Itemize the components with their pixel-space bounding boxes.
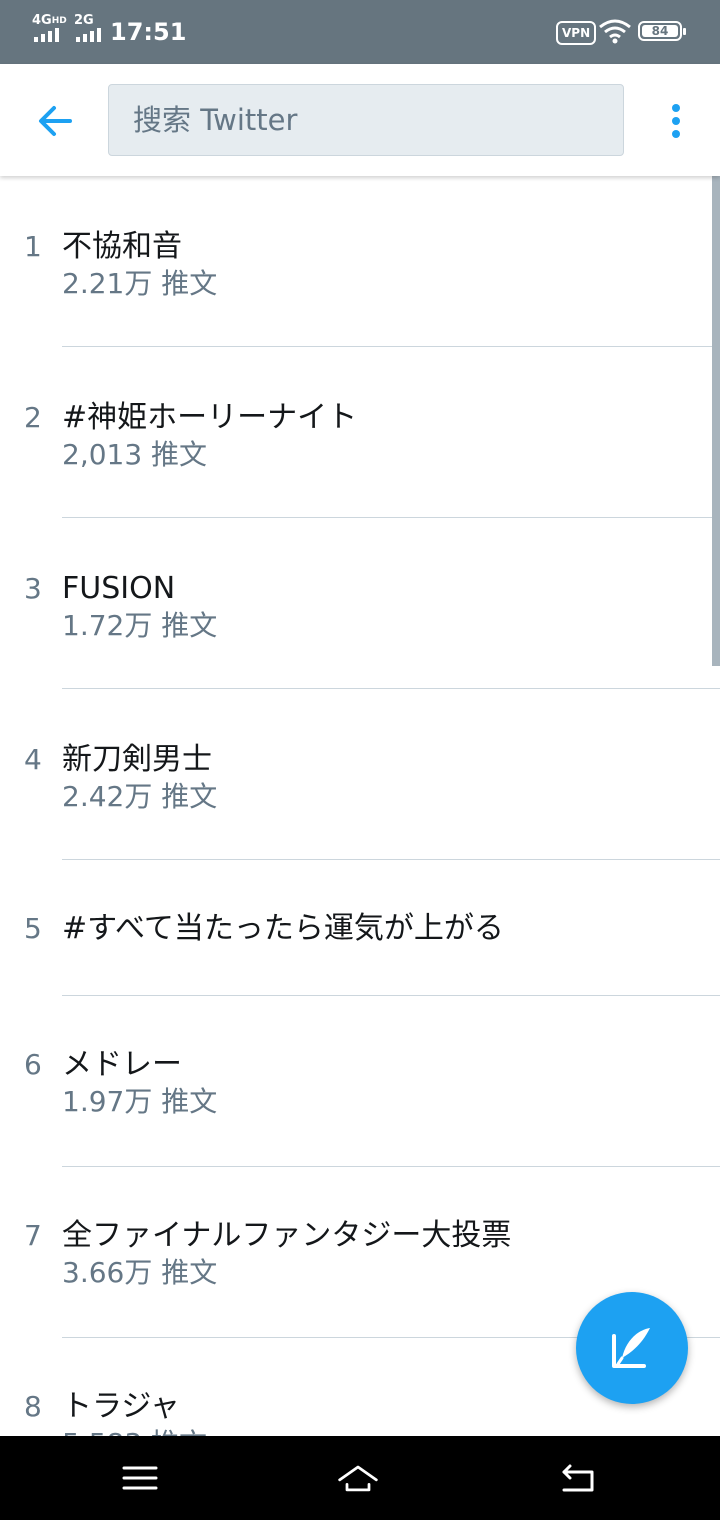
network-hd-label: HD bbox=[51, 16, 67, 26]
status-bar: 4GHD 2G 17:51 VPN 84 bbox=[0, 0, 720, 64]
trend-rank: 3 bbox=[24, 572, 42, 605]
divider bbox=[62, 995, 720, 996]
trend-rank: 8 bbox=[24, 1390, 42, 1423]
trend-name: #すべて当たったら運気が上がる bbox=[62, 911, 504, 946]
battery-level: 84 bbox=[651, 24, 669, 38]
trend-tweet-count: 5,583 推文 bbox=[62, 1426, 207, 1436]
back-icon[interactable] bbox=[556, 1458, 600, 1498]
wifi-icon bbox=[599, 19, 631, 44]
trend-rank: 4 bbox=[24, 743, 42, 776]
trend-tweet-count: 1.97万 推文 bbox=[62, 1085, 218, 1118]
trend-name: 新刀剣男士 bbox=[62, 742, 212, 777]
compose-tweet-icon bbox=[612, 1328, 650, 1368]
arrow-left-icon[interactable] bbox=[30, 98, 82, 144]
network-4g-indicator: 4GHD bbox=[32, 14, 67, 28]
trend-rank: 1 bbox=[24, 230, 42, 263]
trend-name: FUSION bbox=[62, 571, 176, 606]
network-2g-indicator: 2G bbox=[74, 13, 94, 28]
trends-list[interactable]: 1 不協和音 2.21万 推文 2 #神姫ホーリーナイト 2,013 推文 3 … bbox=[0, 176, 720, 1436]
divider bbox=[62, 517, 720, 518]
trend-tweet-count: 2.21万 推文 bbox=[62, 267, 218, 300]
divider bbox=[62, 859, 720, 860]
trend-name: #神姫ホーリーナイト bbox=[62, 400, 358, 435]
trend-tweet-count: 1.72万 推文 bbox=[62, 609, 218, 642]
divider bbox=[62, 1166, 720, 1167]
clock: 17:51 bbox=[110, 18, 187, 46]
trend-tweet-count: 2,013 推文 bbox=[62, 438, 208, 471]
scrollbar-thumb[interactable] bbox=[712, 176, 720, 666]
signal-icon bbox=[34, 28, 59, 42]
menu-icon[interactable] bbox=[118, 1458, 162, 1498]
trend-rank: 6 bbox=[24, 1048, 42, 1081]
signal-icon bbox=[76, 28, 101, 42]
trend-rank: 5 bbox=[24, 912, 42, 945]
trend-rank: 7 bbox=[24, 1219, 42, 1252]
vpn-badge: VPN bbox=[556, 21, 597, 45]
home-icon[interactable] bbox=[336, 1458, 380, 1498]
more-vertical-icon[interactable] bbox=[660, 98, 692, 144]
trend-name: 全ファイナルファンタジー大投票 bbox=[62, 1218, 512, 1253]
trend-name: メドレー bbox=[62, 1047, 182, 1082]
trend-tweet-count: 2.42万 推文 bbox=[62, 780, 218, 813]
app-bar: 搜索 Twitter bbox=[0, 64, 720, 176]
battery-icon: 84 bbox=[638, 21, 686, 41]
trend-rank: 2 bbox=[24, 401, 42, 434]
divider bbox=[62, 688, 720, 689]
divider bbox=[62, 346, 720, 347]
network-4g-label: 4G bbox=[32, 13, 52, 28]
trend-tweet-count: 3.66万 推文 bbox=[62, 1256, 218, 1289]
system-nav-bar bbox=[0, 1436, 720, 1520]
compose-tweet-button[interactable] bbox=[576, 1292, 688, 1404]
trend-name: トラジャ bbox=[62, 1389, 180, 1424]
trend-name: 不協和音 bbox=[62, 229, 182, 264]
search-input[interactable]: 搜索 Twitter bbox=[108, 84, 624, 156]
